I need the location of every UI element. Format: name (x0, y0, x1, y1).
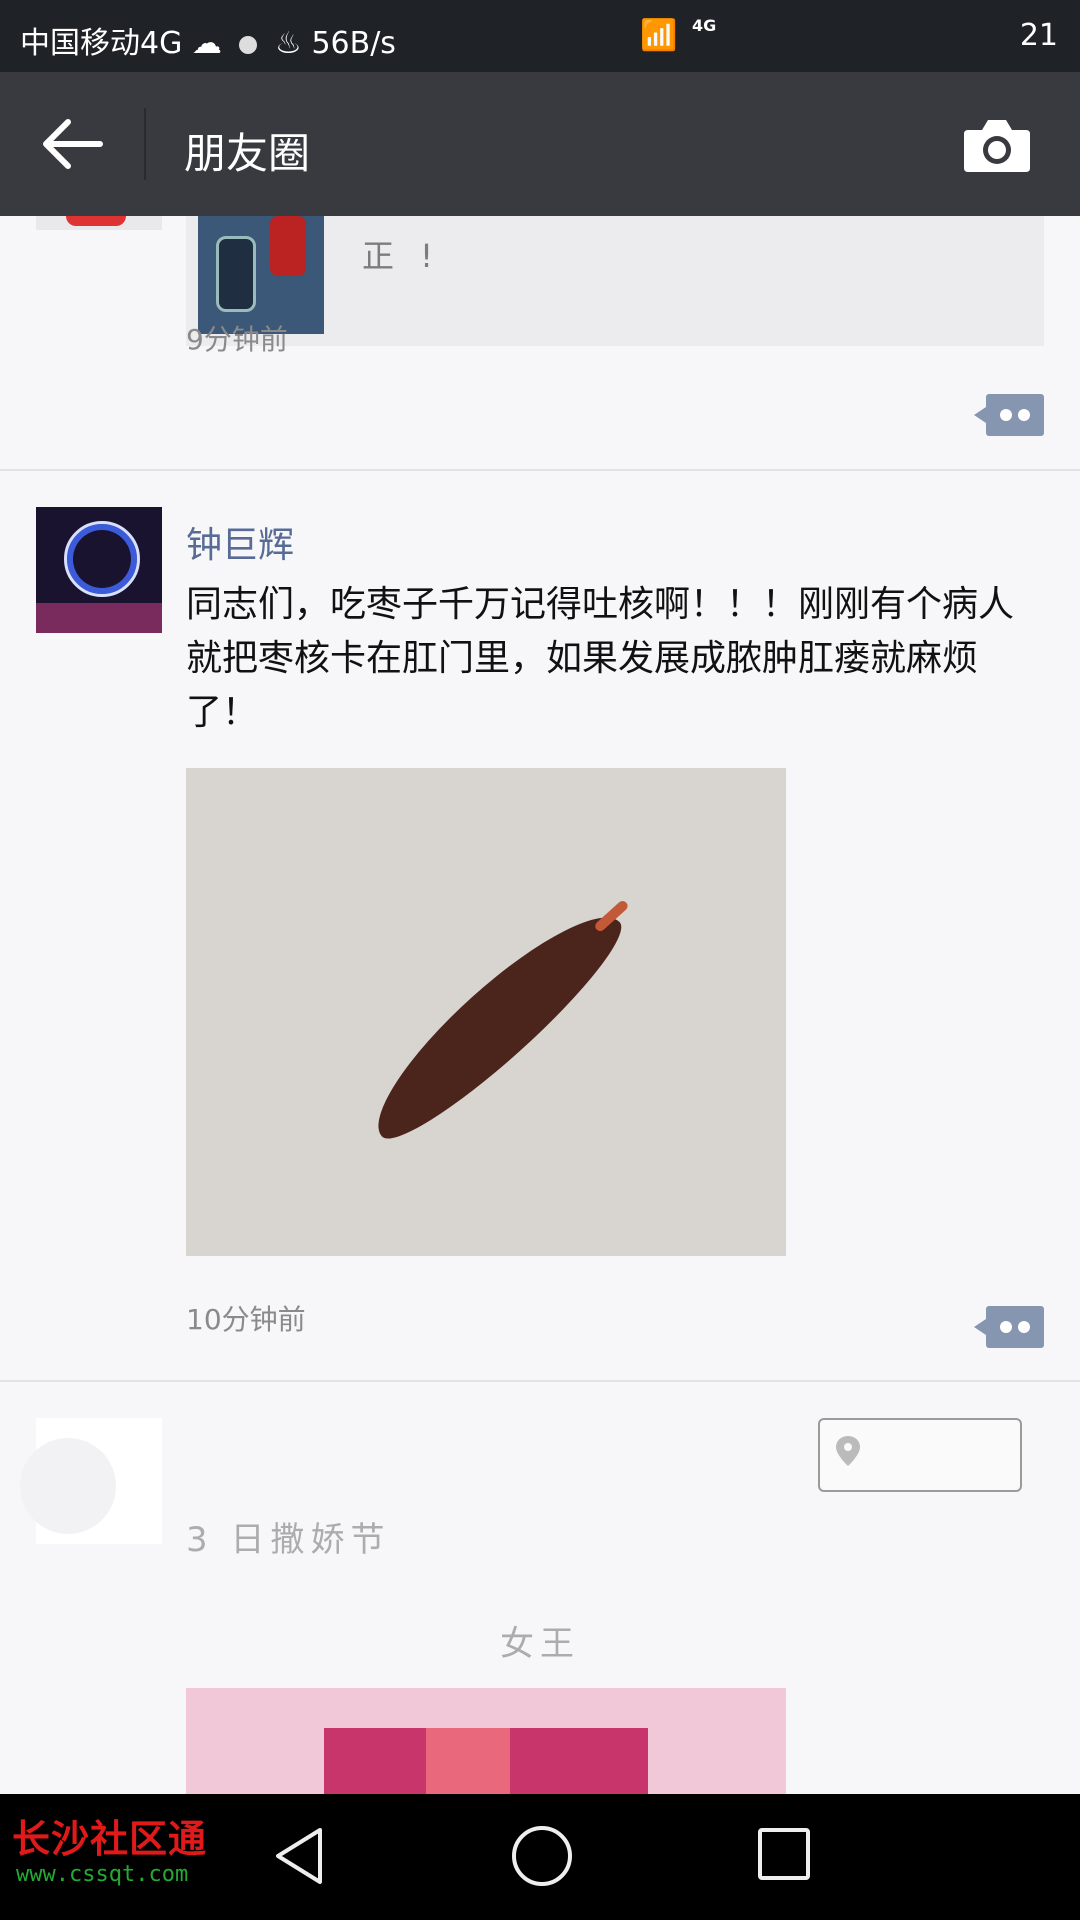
dot-icon (1018, 1321, 1030, 1333)
avatar-background (36, 603, 162, 633)
app-bar: 朋友圈 (0, 72, 1080, 216)
post-photo[interactable] (186, 1688, 786, 1794)
car-image (270, 216, 306, 276)
arrow-left-icon (43, 119, 103, 169)
post-divider (0, 1380, 1080, 1382)
post-photo[interactable] (186, 768, 786, 1256)
status-bar: 中国移动4G ☁ ♨ 56B/s 📶 4G 21 (0, 0, 1080, 72)
carrier-label: 中国移动4G (20, 26, 183, 61)
page-title: 朋友圈 (184, 129, 311, 178)
post-text-line: 女王 (500, 1624, 580, 1664)
author-name[interactable]: 钟巨辉 (186, 516, 294, 568)
dot-icon (1000, 1321, 1012, 1333)
comment-button[interactable] (974, 1306, 1044, 1348)
camera-button[interactable] (962, 116, 1032, 174)
avatar[interactable] (36, 216, 162, 230)
cloud-icon: ☁ (191, 26, 222, 61)
avatar[interactable] (36, 507, 162, 633)
avatar[interactable] (20, 1418, 162, 1544)
post-time: 9分钟前 (186, 323, 288, 356)
status-left: 中国移动4G ☁ ♨ 56B/s (20, 18, 396, 62)
car-image (216, 236, 256, 312)
jujube-pit-image (353, 890, 639, 1158)
ferris-wheel-image (64, 521, 140, 597)
app-bar-divider (144, 108, 146, 180)
nav-back-icon[interactable] (270, 1824, 330, 1888)
camera-icon (964, 120, 1030, 172)
shared-link-thumbnail (198, 216, 324, 334)
wifi-icon: 📶 (640, 18, 678, 53)
network-type: 4G (692, 16, 717, 35)
app-notify-icon: ♨ (274, 26, 302, 61)
watermark-url: www.cssqt.com (16, 1862, 189, 1887)
watermark-logo: 长沙社区通 (12, 1816, 208, 1861)
comment-button[interactable] (974, 394, 1044, 436)
dot-icon (1000, 409, 1012, 421)
avatar-blur (20, 1438, 116, 1534)
notification-dot-icon (239, 35, 258, 54)
clock: 21 (1019, 18, 1058, 53)
post-time: 10分钟前 (186, 1303, 306, 1336)
dot-icon (1018, 409, 1030, 421)
shared-link-title: 正 ! (362, 237, 442, 275)
location-button[interactable] (818, 1418, 1022, 1492)
post-divider (0, 469, 1080, 471)
nav-home-icon[interactable] (512, 1826, 572, 1886)
nav-recents-icon[interactable] (758, 1828, 810, 1880)
moments-feed[interactable]: 正 ! 9分钟前 钟巨辉 同志们，吃枣子千万记得吐核啊！！！刚刚有个病人就把枣核… (0, 216, 1080, 1794)
post-text-line: 3 日撒娇节 (186, 1520, 391, 1560)
post-text: 同志们，吃枣子千万记得吐核啊！！！刚刚有个病人就把枣核卡在肛门里，如果发展成脓肿… (186, 584, 1015, 733)
back-button[interactable] (38, 114, 108, 174)
network-speed: 56B/s (311, 26, 396, 61)
location-pin-icon (836, 1436, 860, 1466)
shared-link-card[interactable]: 正 ! (186, 216, 1044, 346)
photo-content (426, 1728, 510, 1794)
